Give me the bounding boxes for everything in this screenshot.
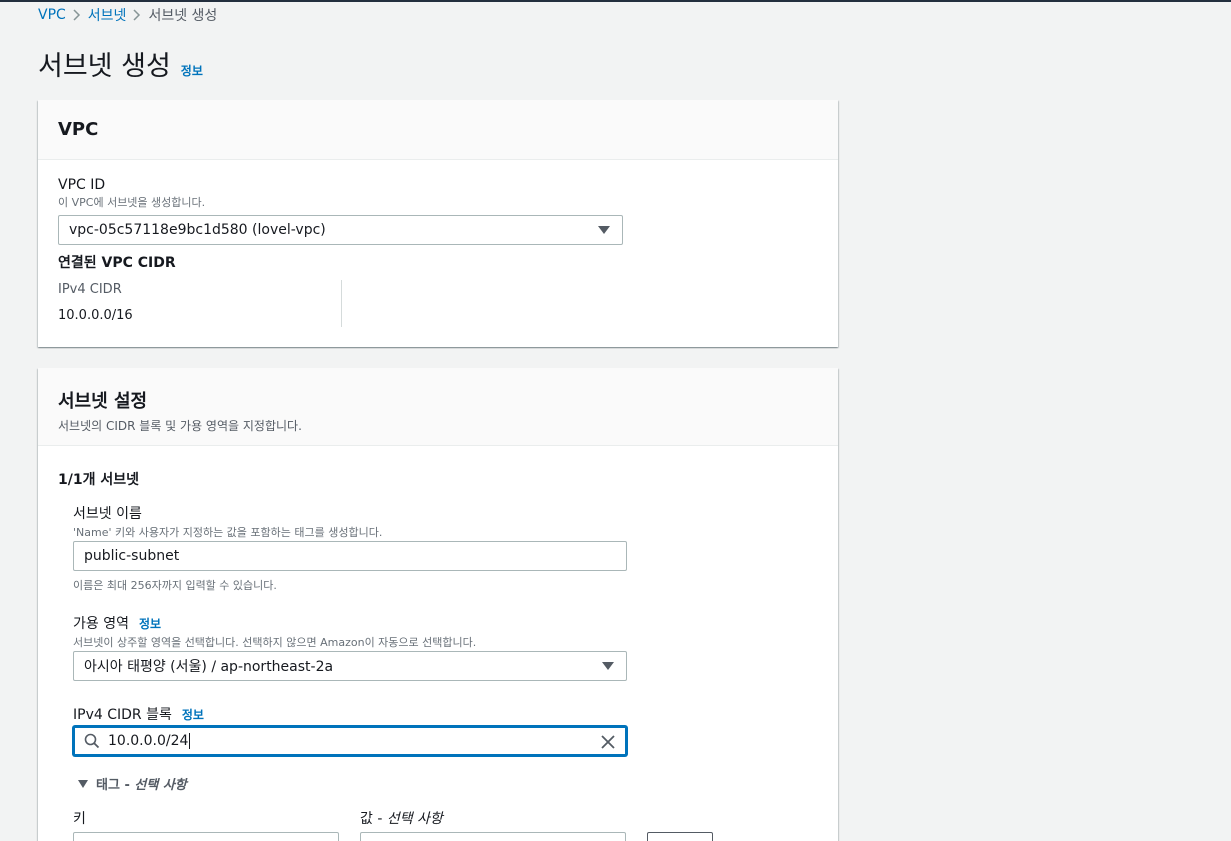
caret-down-icon <box>598 226 610 234</box>
vpc-id-label: VPC ID <box>58 177 106 193</box>
az-label-group: 가용 영역 정보 서브넷이 상주할 영역을 선택합니다. 선택하지 않으면 Am… <box>73 613 476 650</box>
vpc-id-sublabel: 이 VPC에 서브넷을 생성합니다. <box>58 196 206 209</box>
vpc-id-value: vpc-05c57118e9bc1d580 (lovel-vpc) <box>69 222 326 238</box>
subnet-name-hint: 이름은 최대 256자까지 입력할 수 있습니다. <box>73 579 277 592</box>
page-header: 서브넷 생성 정보 <box>38 44 203 83</box>
vpc-panel: VPC VPC ID 이 VPC에 서브넷을 생성합니다. vpc-05c571… <box>38 100 838 347</box>
chevron-right-icon <box>66 9 88 21</box>
breadcrumb-current: 서브넷 생성 <box>148 8 218 24</box>
tag-value-optional: 선택 사항 <box>386 811 443 827</box>
subnet-count: 1/1개 서브넷 <box>58 472 139 488</box>
subnet-panel-description: 서브넷의 CIDR 블록 및 가용 영역을 지정합니다. <box>58 419 302 433</box>
page-info-link[interactable]: 정보 <box>181 62 203 79</box>
ipv4-cidr-value: 10.0.0.0/16 <box>58 308 133 323</box>
cidr-block-input[interactable]: 10.0.0.0/24 <box>73 726 627 756</box>
cidr-divider <box>341 280 342 327</box>
search-icon <box>84 733 100 749</box>
subnet-name-input[interactable]: public-subnet <box>73 541 627 571</box>
tag-value-label: 값 - <box>360 811 387 827</box>
tag-value-label-group: 값 - 선택 사항 <box>360 808 443 828</box>
tag-value-input[interactable] <box>360 832 626 841</box>
cidr-block-label-row: IPv4 CIDR 블록 정보 <box>73 704 204 724</box>
az-label-row: 가용 영역 정보 <box>73 613 476 633</box>
tag-key-label: 키 <box>73 811 86 827</box>
subnet-panel-header: 서브넷 설정 서브넷의 CIDR 블록 및 가용 영역을 지정합니다. <box>38 368 838 446</box>
vpc-id-select[interactable]: vpc-05c57118e9bc1d580 (lovel-vpc) <box>58 215 623 245</box>
az-select[interactable]: 아시아 태평양 (서울) / ap-northeast-2a <box>73 651 627 681</box>
tag-remove-button[interactable] <box>647 832 713 841</box>
top-bar <box>0 0 1231 2</box>
text-cursor <box>189 733 191 749</box>
cidr-block-label: IPv4 CIDR 블록 <box>73 707 172 723</box>
caret-down-icon <box>602 662 614 670</box>
subnet-name-value: public-subnet <box>84 548 180 564</box>
tags-optional-label: 선택 사항 <box>134 778 187 793</box>
az-sublabel: 서브넷이 상주할 영역을 선택합니다. 선택하지 않으면 Amazon이 자동으… <box>73 636 477 649</box>
az-label: 가용 영역 <box>73 616 129 632</box>
triangle-down-icon <box>78 779 88 788</box>
tags-toggle-label: 태그 - <box>96 778 135 793</box>
cidr-block-value: 10.0.0.0/24 <box>108 733 189 749</box>
subnet-name-label-group: 서브넷 이름 'Name' 키와 사용자가 지정하는 값을 포함하는 태그를 생… <box>73 503 382 540</box>
subnet-panel-title: 서브넷 설정 <box>58 391 148 412</box>
ipv4-cidr-label: IPv4 CIDR <box>58 282 122 297</box>
az-info-link[interactable]: 정보 <box>139 615 161 632</box>
vpc-id-label-group: VPC ID 이 VPC에 서브넷을 생성합니다. <box>58 177 205 210</box>
tag-key-input[interactable] <box>73 832 339 841</box>
cidr-block-info-link[interactable]: 정보 <box>182 706 204 723</box>
vpc-panel-title: VPC <box>58 119 99 140</box>
breadcrumb-vpc[interactable]: VPC <box>38 7 66 23</box>
subnet-name-label: 서브넷 이름 <box>73 506 142 522</box>
az-value: 아시아 태평양 (서울) / ap-northeast-2a <box>84 659 334 675</box>
breadcrumb: VPC 서브넷 서브넷 생성 <box>38 6 217 24</box>
vpc-panel-header: VPC <box>38 100 838 160</box>
subnet-settings-panel: 서브넷 설정 서브넷의 CIDR 블록 및 가용 영역을 지정합니다. 1/1개… <box>38 368 838 841</box>
breadcrumb-subnet[interactable]: 서브넷 <box>88 5 127 25</box>
close-icon[interactable] <box>601 735 615 749</box>
page-title: 서브넷 생성 <box>38 51 171 82</box>
subnet-name-sublabel: 'Name' 키와 사용자가 지정하는 값을 포함하는 태그를 생성합니다. <box>73 526 383 539</box>
chevron-right-icon <box>126 9 148 21</box>
cidr-section-title: 연결된 VPC CIDR <box>58 255 176 271</box>
tags-toggle[interactable]: 태그 - 선택 사항 <box>78 774 187 793</box>
